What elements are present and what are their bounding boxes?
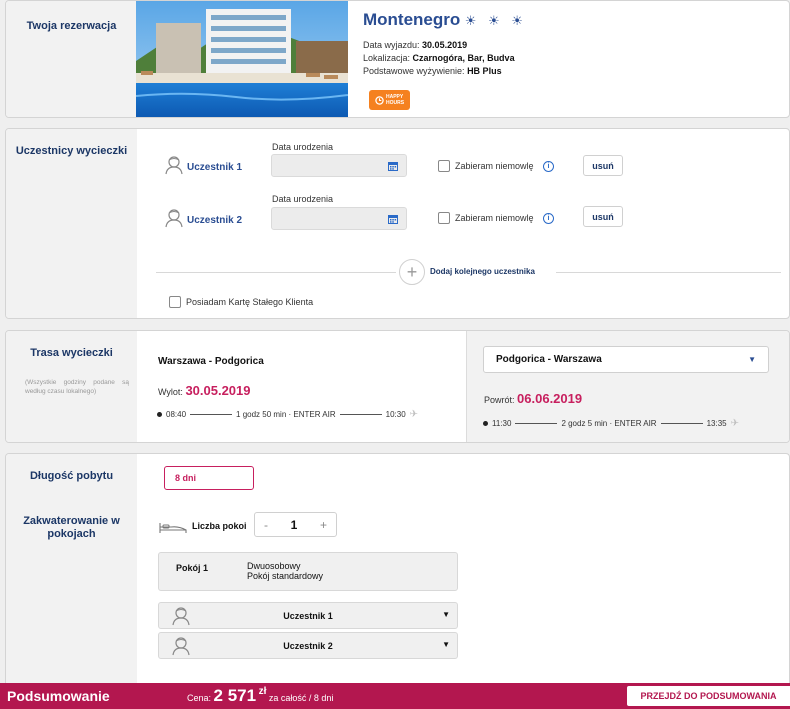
plane-icon: ✈ [730,418,740,429]
rooms-plus-button[interactable]: + [320,518,327,532]
rooms-count-value: 1 [290,517,298,532]
stay-card: Długość pobytu Zakwaterowanie w pokojach… [5,453,790,683]
add-participant-plus-icon[interactable]: + [399,259,425,285]
stay-side-panel: Długość pobytu Zakwaterowanie w pokojach [6,454,137,683]
outbound-arr-time: 10:30 [385,410,406,419]
go-to-summary-button[interactable]: PRZEJDŹ DO PODSUMOWANIA [627,686,790,706]
calendar-icon[interactable] [388,214,398,224]
stay-length-select[interactable]: 8 dni [164,466,254,490]
participant-1-infant-checkbox[interactable] [438,160,450,172]
departure-date-row: Data wyjazdu: 30.05.2019 [363,40,468,50]
info-icon[interactable]: i [543,161,554,172]
participant-2-infant-checkbox[interactable] [438,212,450,224]
caret-down-icon: ▼ [748,355,756,364]
return-date: Powrót: 06.06.2019 [484,391,583,406]
participant-2-remove-button[interactable]: usuń [583,206,623,227]
return-route-select[interactable]: Podgorica - Warszawa ▼ [483,346,769,373]
info-icon[interactable]: i [543,213,554,224]
summary-footer: Podsumowanie Cena: 2 571 zł za całość / … [0,683,790,709]
participants-side-panel: Uczestnicy wycieczki [6,129,137,318]
booking-side-panel: Twoja rezerwacja [6,1,137,117]
room-participant-select-2[interactable]: Uczestnik 2 ▼ [158,632,458,659]
clock-icon [375,95,384,105]
participant-2-name: Uczestnik 2 [187,215,243,226]
hotel-photo [136,1,348,117]
bed-icon [159,523,187,533]
outbound-date: Wylot: 30.05.2019 [158,383,251,398]
outbound-dep-time: 08:40 [166,410,187,419]
booking-section-title: Twoja rezerwacja [26,20,117,32]
happy-hours-badge: HAPPY HOURS [369,90,410,110]
person-icon [165,156,183,175]
total-price: Cena: 2 571 zł za całość / 8 dni [187,686,334,705]
outbound-flight-line: 08:40 1 godz 50 min · ENTER AIR 10:30 ✈ [157,409,418,420]
return-dep-time: 11:30 [492,419,512,428]
board-row: Podstawowe wyżywienie: HB Plus [363,66,502,76]
booking-details: Data wyjazdu: 30.05.2019 Lokalizacja: Cz… [363,39,515,78]
route-section-title: Trasa wycieczki [30,347,113,359]
loyalty-card-label: Posiadam Kartę Stałego Klienta [186,297,314,307]
divider [156,272,396,273]
participants-section-title: Uczestnicy wycieczki [15,145,128,157]
outbound-flight-info: 1 godz 50 min · ENTER AIR [236,410,336,419]
participants-card: Uczestnicy wycieczki Uczestnik 1 Data ur… [5,128,790,319]
stay-length-title: Długość pobytu [29,470,114,482]
route-card: Trasa wycieczki (Wszystkie godziny podan… [5,330,790,443]
bed-icon-wrap [159,521,187,539]
return-flight-info: 2 godz 5 min · ENTER AIR [561,419,657,428]
participant-1-infant-label: Zabieram niemowlę [455,161,534,171]
participant-1-remove-button[interactable]: usuń [583,155,623,176]
return-flight-line: 11:30 2 godz 5 min · ENTER AIR 13:35 ✈ [483,418,739,429]
caret-down-icon: ▼ [442,640,450,649]
participant-2-infant-label: Zabieram niemowlę [455,213,534,223]
room-1-type: Dwuosobowy Pokój standardowy [247,561,324,581]
rating-sun-icons: ☀ ☀ ☀ [464,13,527,28]
divider [556,272,781,273]
plane-icon: ✈ [409,409,419,420]
loyalty-card-checkbox[interactable] [169,296,181,308]
participant-2-birthdate-input[interactable] [271,207,407,230]
add-participant-button[interactable]: Dodaj kolejnego uczestnika [430,267,535,276]
room-participant-select-1[interactable]: Uczestnik 1 ▼ [158,602,458,629]
hotel-heading: Montenegro ☀ ☀ ☀ [363,10,527,30]
route-timezone-note: (Wszystkie godziny podane są według czas… [25,379,129,395]
participant-1-name: Uczestnik 1 [187,162,243,173]
location-row: Lokalizacja: Czarnogóra, Bar, Budva [363,53,515,63]
outbound-route-title: Warszawa - Podgorica [158,356,264,367]
calendar-icon[interactable] [388,161,398,171]
route-side-panel: Trasa wycieczki (Wszystkie godziny podan… [6,331,137,442]
rooms-minus-button[interactable]: - [264,518,268,532]
participant-1-birthdate-input[interactable] [271,154,407,177]
caret-down-icon: ▼ [442,610,450,619]
participant-2-icon-wrap [164,208,184,233]
participant-1-icon-wrap [164,155,184,180]
rooms-stepper[interactable]: - 1 + [254,512,337,537]
return-arr-time: 13:35 [706,419,727,428]
summary-title: Podsumowanie [7,688,110,704]
participant-2-birthdate-label: Data urodzenia [272,194,334,204]
rooms-count-label: Liczba pokoi [192,521,247,531]
participant-1-birthdate-label: Data urodzenia [272,142,334,152]
person-icon [165,209,183,228]
booking-card: Twoja rezerwacja Montenegro ☀ ☀ ☀ Data w… [5,0,790,118]
room-1-summary: Pokój 1 Dwuosobowy Pokój standardowy [158,552,458,591]
room-1-label: Pokój 1 [176,563,209,573]
rooms-section-title: Zakwaterowanie w pokojach [23,515,120,540]
hotel-name: Montenegro [363,10,461,29]
